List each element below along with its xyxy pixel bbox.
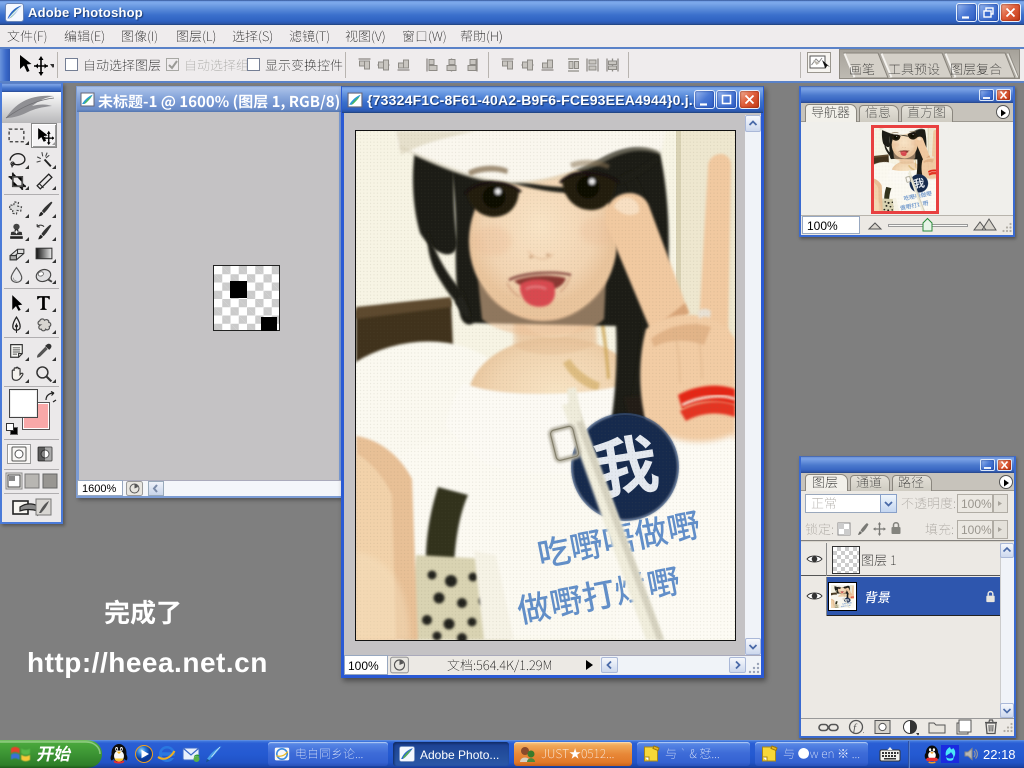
svg-text:f: f — [853, 722, 858, 734]
